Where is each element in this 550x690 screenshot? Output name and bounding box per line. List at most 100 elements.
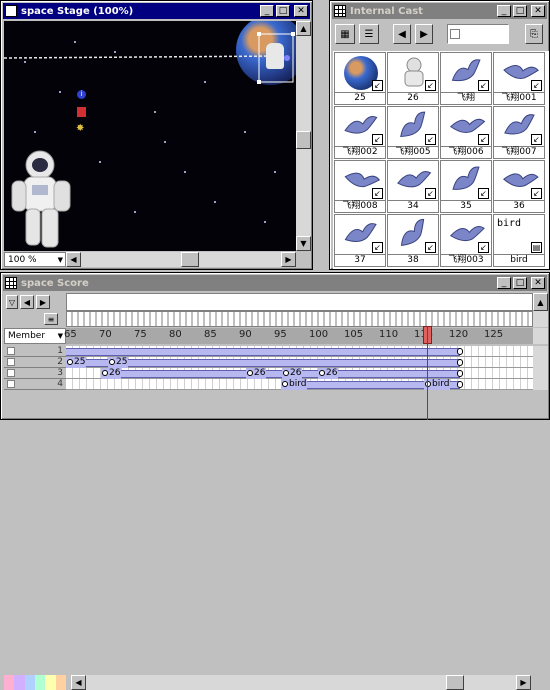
scroll-right-button[interactable]: ▶ xyxy=(516,675,531,690)
cast-member-cell[interactable]: ↙ 37 xyxy=(334,214,386,267)
tempo-channel[interactable] xyxy=(66,293,533,311)
cast-member-cell[interactable]: ↙ 飞翔005 xyxy=(387,106,439,159)
scroll-up-button[interactable]: ▲ xyxy=(296,21,311,36)
sprite-color-swatches[interactable] xyxy=(4,675,66,690)
scroll-right-button[interactable]: ▶ xyxy=(281,252,296,267)
cast-member-cell[interactable]: ↙ 25 xyxy=(334,52,386,105)
script-icon[interactable]: ⎘ xyxy=(525,24,543,44)
channel-cells[interactable]: bird bird xyxy=(66,379,533,390)
astronaut-small-sprite[interactable] xyxy=(266,43,284,69)
back-button[interactable]: ◀ xyxy=(20,295,34,309)
channel-toggle-box[interactable] xyxy=(7,347,15,355)
scroll-left-button[interactable]: ◀ xyxy=(66,252,81,267)
score-scroll-up-button[interactable]: ▲ xyxy=(533,293,548,311)
thumbnail-view-icon[interactable]: ▦ xyxy=(335,24,355,44)
sprite-span[interactable] xyxy=(66,348,460,356)
cast-member-cell[interactable]: ↙ 34 xyxy=(387,160,439,213)
cast-member-cell[interactable]: ↙ 飞翔007 xyxy=(493,106,545,159)
sprite-end-marker[interactable] xyxy=(457,381,463,388)
channel-cells[interactable] xyxy=(66,346,533,357)
member-name-field[interactable] xyxy=(447,24,509,44)
scroll-thumb[interactable] xyxy=(181,252,199,267)
cast-member-cell[interactable]: ↙ 飞翔002 xyxy=(334,106,386,159)
frame-tick-label: 125 xyxy=(484,329,504,340)
frame-ruler[interactable]: 65707580859095100105110115120125 xyxy=(64,328,533,344)
channel-header[interactable]: 2 xyxy=(4,357,66,368)
cast-member-cell[interactable]: ↙ 26 xyxy=(387,52,439,105)
scroll-thumb[interactable] xyxy=(446,675,464,690)
cast-member-cell[interactable]: ↙ 35 xyxy=(440,160,492,213)
sprite-keyframe[interactable]: 26 xyxy=(318,368,339,379)
sprite-keyframe[interactable]: 25 xyxy=(108,357,129,368)
sparkle-sprite[interactable]: ✸ xyxy=(76,124,86,134)
cast-member-cell[interactable]: ↙ 飞翔006 xyxy=(440,106,492,159)
bitmap-icon: ↙ xyxy=(372,134,383,145)
close-button[interactable]: ✕ xyxy=(531,277,545,289)
channel-cells[interactable]: 26 26 26 26 xyxy=(66,368,533,379)
sprite-end-marker[interactable] xyxy=(457,348,463,355)
minimize-button[interactable]: _ xyxy=(260,5,274,17)
window-menu-icon[interactable] xyxy=(5,5,17,17)
channel-toggle-box[interactable] xyxy=(7,369,15,377)
score-icon[interactable] xyxy=(5,277,17,289)
maximize-button[interactable]: □ xyxy=(276,5,290,17)
channel-header[interactable]: 1 xyxy=(4,346,66,357)
keyframe-icon xyxy=(102,369,108,376)
cast-member-label: 38 xyxy=(388,254,438,266)
red-sprite[interactable] xyxy=(77,107,86,117)
cast-member-cell[interactable]: ↙ 飞翔008 xyxy=(334,160,386,213)
bitmap-icon: ↙ xyxy=(531,188,542,199)
sprite-keyframe[interactable]: 26 xyxy=(282,368,303,379)
score-horizontal-scrollbar[interactable]: ◀ ▶ xyxy=(71,675,531,690)
scroll-thumb[interactable] xyxy=(296,131,311,149)
list-view-icon[interactable]: ☰ xyxy=(359,24,379,44)
close-button[interactable]: ✕ xyxy=(294,5,308,17)
sprite-end-marker[interactable] xyxy=(457,370,463,377)
stage-vertical-scrollbar[interactable]: ▲ ▼ xyxy=(296,21,311,251)
info-sprite[interactable]: i xyxy=(77,90,86,99)
astronaut-sprite[interactable] xyxy=(10,147,76,251)
stage-titlebar[interactable]: space Stage (100%) _ □ ✕ xyxy=(3,3,310,19)
script-channel[interactable] xyxy=(66,311,533,327)
maximize-button[interactable]: □ xyxy=(513,5,527,17)
cast-member-cell[interactable]: ↙ 36 xyxy=(493,160,545,213)
score-titlebar[interactable]: space Score _ □ ✕ xyxy=(3,275,547,291)
member-display-select[interactable]: Member ▼ xyxy=(4,328,66,344)
cast-member-cell[interactable]: ↙ 飞翔003 xyxy=(440,214,492,267)
cast-member-label: 飞翔007 xyxy=(494,146,544,158)
bitmap-icon: ↙ xyxy=(372,242,383,253)
stage-horizontal-scrollbar[interactable]: 100 % ▼ ◀ ▶ xyxy=(4,252,296,267)
minimize-button[interactable]: _ xyxy=(497,5,511,17)
sprite-keyframe[interactable]: 26 xyxy=(246,368,267,379)
bitmap-icon: ↙ xyxy=(478,134,489,145)
cast-titlebar[interactable]: Internal Cast _ □ ✕ xyxy=(332,3,547,19)
forward-button[interactable]: ▶ xyxy=(36,295,50,309)
close-button[interactable]: ✕ xyxy=(531,5,545,17)
zoom-select[interactable]: 100 % ▼ xyxy=(4,252,66,267)
cast-icon[interactable] xyxy=(334,5,346,17)
next-member-button[interactable]: ▶ xyxy=(415,24,433,44)
previous-member-button[interactable]: ◀ xyxy=(393,24,411,44)
hide-channels-icon[interactable]: ▽ xyxy=(6,295,18,309)
sprite-end-marker[interactable] xyxy=(457,359,463,366)
cast-member-cell[interactable]: ↙ 飞翔 xyxy=(440,52,492,105)
sprite-keyframe[interactable]: 25 xyxy=(66,357,87,368)
frame-tick-label: 95 xyxy=(274,329,287,340)
channel-cells[interactable]: 25 25 xyxy=(66,357,533,368)
minimize-button[interactable]: _ xyxy=(497,277,511,289)
scroll-down-button[interactable]: ▼ xyxy=(296,236,311,251)
cast-member-cell[interactable]: bird ▤ bird xyxy=(493,214,545,267)
channel-header[interactable]: 3 xyxy=(4,368,66,379)
channel-toggle-box[interactable] xyxy=(7,358,15,366)
stage-canvas[interactable]: i ✸ xyxy=(4,21,296,251)
channel-toggle-icon[interactable]: ≡ xyxy=(44,313,58,325)
sprite-keyframe[interactable]: bird xyxy=(281,379,308,390)
cast-member-cell[interactable]: ↙ 38 xyxy=(387,214,439,267)
maximize-button[interactable]: □ xyxy=(513,277,527,289)
sprite-span[interactable] xyxy=(101,370,460,378)
channel-toggle-box[interactable] xyxy=(7,380,15,388)
sprite-keyframe[interactable]: 26 xyxy=(101,368,122,379)
scroll-left-button[interactable]: ◀ xyxy=(71,675,86,690)
channel-header[interactable]: 4 xyxy=(4,379,66,390)
cast-member-cell[interactable]: ↙ 飞翔001 xyxy=(493,52,545,105)
